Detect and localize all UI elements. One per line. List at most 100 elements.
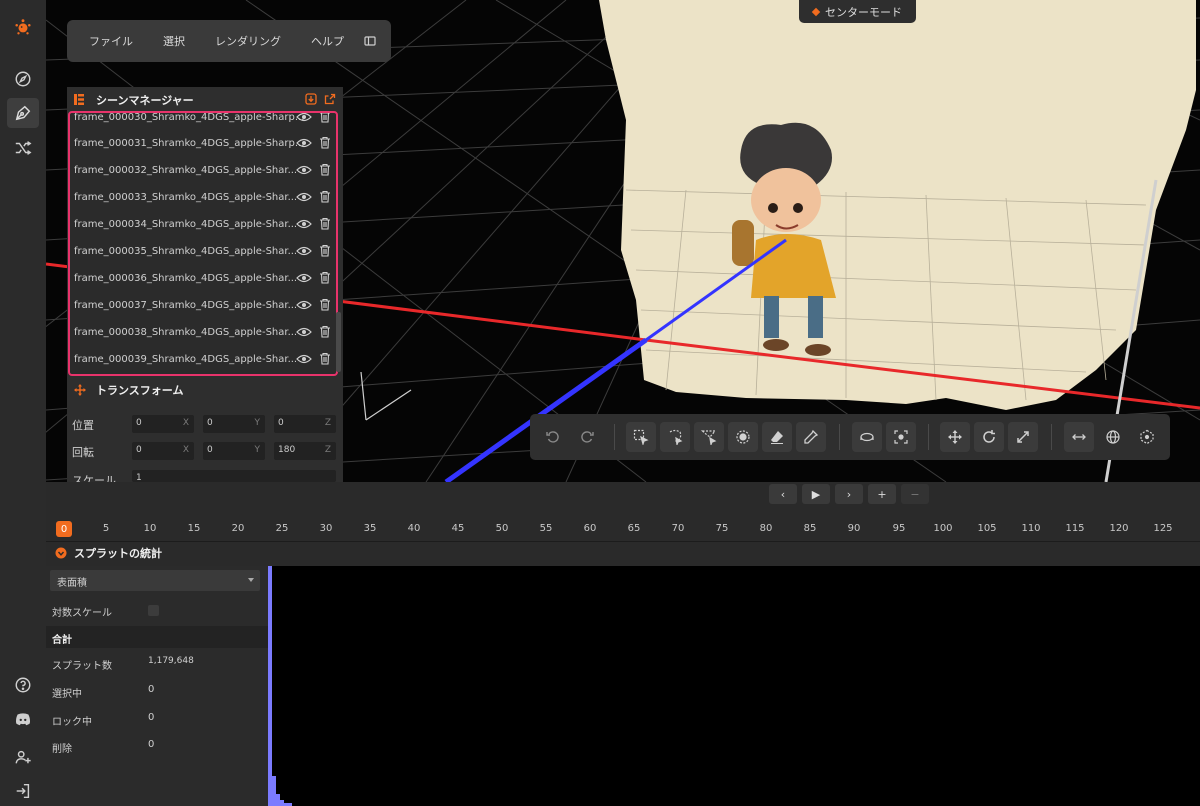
list-item[interactable]: frame_000030_Shramko_4DGS_apple-Sharp... (70, 111, 336, 131)
tick-label: 25 (275, 523, 289, 534)
rotate-tool-icon[interactable] (974, 422, 1004, 452)
delete-trash-icon[interactable] (319, 190, 331, 203)
locked-value: 0 (148, 712, 155, 723)
delete-trash-icon[interactable] (319, 244, 331, 257)
toggle-space-icon[interactable] (1064, 422, 1094, 452)
visibility-eye-icon[interactable] (296, 327, 312, 337)
log-scale-label: 対数スケール (52, 608, 112, 619)
collapse-chevron-icon[interactable] (55, 547, 67, 559)
metric-select[interactable]: 表面積 (50, 570, 260, 591)
remove-keyframe-button[interactable]: − (901, 484, 929, 504)
list-item[interactable]: frame_000033_Shramko_4DGS_apple-Shar... (70, 184, 336, 211)
import-icon[interactable] (305, 93, 317, 105)
delete-trash-icon[interactable] (319, 271, 331, 284)
move-tool-icon[interactable] (940, 422, 970, 452)
tick-label: 50 (495, 523, 509, 534)
tick-label: 15 (187, 523, 201, 534)
position-y-input[interactable]: 0Y (203, 415, 265, 433)
file-name: frame_000033_Shramko_4DGS_apple-Shar... (74, 192, 298, 203)
polygon-select-icon[interactable] (694, 422, 724, 452)
list-item[interactable]: frame_000037_Shramko_4DGS_apple-Shar... (70, 292, 336, 319)
splat-count-label: スプラット数 (52, 661, 112, 672)
add-keyframe-button[interactable]: + (868, 484, 896, 504)
delete-trash-icon[interactable] (319, 325, 331, 338)
list-item[interactable]: frame_000039_Shramko_4DGS_apple-Shar... (70, 346, 336, 373)
visibility-eye-icon[interactable] (296, 273, 312, 283)
current-frame-marker[interactable]: 0 (56, 521, 72, 537)
list-item[interactable]: frame_000034_Shramko_4DGS_apple-Shar... (70, 211, 336, 238)
menu-help[interactable]: ヘルプ (299, 33, 356, 49)
shuffle-icon[interactable] (7, 133, 39, 163)
eraser-icon[interactable] (762, 422, 792, 452)
splat-stats-header[interactable]: スプラットの統計 (46, 541, 1200, 564)
compass-icon[interactable] (7, 64, 39, 94)
lasso-select-icon[interactable] (660, 422, 690, 452)
visibility-eye-icon[interactable] (296, 300, 312, 310)
rotation-label: 回転 (72, 446, 94, 459)
position-x-input[interactable]: 0X (132, 415, 194, 433)
undo-icon[interactable] (538, 422, 568, 452)
file-name: frame_000038_Shramko_4DGS_apple-Shar... (74, 327, 298, 338)
list-scrollbar[interactable] (336, 312, 341, 372)
sign-in-icon[interactable] (7, 776, 39, 806)
discord-icon[interactable] (7, 704, 39, 734)
log-scale-checkbox[interactable] (148, 605, 159, 616)
file-name: frame_000032_Shramko_4DGS_apple-Shar... (74, 165, 298, 176)
list-item[interactable]: frame_000031_Shramko_4DGS_apple-Sharp... (70, 130, 336, 157)
visibility-eye-icon[interactable] (296, 246, 312, 256)
export-icon[interactable] (324, 93, 336, 105)
rotation-y-input[interactable]: 0Y (203, 442, 265, 460)
splat-stats-panel: 表面積 対数スケール 合計 スプラット数 1,179,648 選択中 0 ロック… (46, 566, 268, 806)
deleted-label: 削除 (52, 744, 72, 755)
tick-label: 35 (363, 523, 377, 534)
delete-trash-icon[interactable] (319, 298, 331, 311)
prev-frame-button[interactable]: ‹ (769, 484, 797, 504)
tick-label: 90 (847, 523, 861, 534)
list-item[interactable]: frame_000036_Shramko_4DGS_apple-Shar... (70, 265, 336, 292)
delete-trash-icon[interactable] (319, 136, 331, 149)
add-user-icon[interactable] (7, 742, 39, 772)
redo-icon[interactable] (572, 422, 602, 452)
list-item[interactable]: frame_000035_Shramko_4DGS_apple-Shar... (70, 238, 336, 265)
delete-trash-icon[interactable] (319, 111, 331, 123)
visibility-eye-icon[interactable] (296, 165, 312, 175)
pen-tool-icon[interactable] (7, 98, 39, 128)
visibility-eye-icon[interactable] (296, 192, 312, 202)
scale-tool-icon[interactable] (1008, 422, 1038, 452)
rotation-x-input[interactable]: 0X (132, 442, 194, 460)
focus-icon[interactable] (886, 422, 916, 452)
delete-trash-icon[interactable] (319, 352, 331, 365)
next-frame-button[interactable]: › (835, 484, 863, 504)
rotation-z-input[interactable]: 180 Z (274, 442, 336, 460)
menu-file[interactable]: ファイル (77, 33, 145, 49)
list-item[interactable]: frame_000038_Shramko_4DGS_apple-Shar... (70, 319, 336, 346)
frame-selection-icon[interactable] (852, 422, 882, 452)
globe-icon[interactable] (1098, 422, 1128, 452)
sphere-select-icon[interactable] (728, 422, 758, 452)
list-item[interactable]: frame_000032_Shramko_4DGS_apple-Shar... (70, 157, 336, 184)
position-z-input[interactable]: 0Z (274, 415, 336, 433)
scale-input[interactable]: 1 (132, 470, 336, 482)
pivot-icon[interactable] (1132, 422, 1162, 452)
tick-label: 100 (933, 523, 953, 534)
delete-trash-icon[interactable] (319, 217, 331, 230)
totals-section-header: 合計 (46, 626, 268, 648)
panel-toggle-icon[interactable] (364, 35, 376, 47)
menu-select[interactable]: 選択 (151, 33, 197, 49)
tick-label: 110 (1021, 523, 1041, 534)
timeline-ruler[interactable]: 0 5 10 15 20 25 30 35 40 45 50 55 60 65 … (46, 518, 1200, 540)
delete-trash-icon[interactable] (319, 163, 331, 176)
eyedropper-icon[interactable] (796, 422, 826, 452)
tick-label: 125 (1153, 523, 1173, 534)
help-icon[interactable] (7, 670, 39, 700)
visibility-eye-icon[interactable] (296, 219, 312, 229)
menu-render[interactable]: レンダリング (203, 33, 293, 49)
rect-select-icon[interactable] (626, 422, 656, 452)
center-mode-button[interactable]: センターモード (799, 0, 916, 23)
visibility-eye-icon[interactable] (296, 354, 312, 364)
visibility-eye-icon[interactable] (296, 138, 312, 148)
play-button[interactable]: ▶ (802, 484, 830, 504)
visibility-eye-icon[interactable] (296, 112, 312, 122)
histogram-area[interactable] (268, 566, 1200, 806)
file-name: frame_000039_Shramko_4DGS_apple-Shar... (74, 354, 298, 365)
